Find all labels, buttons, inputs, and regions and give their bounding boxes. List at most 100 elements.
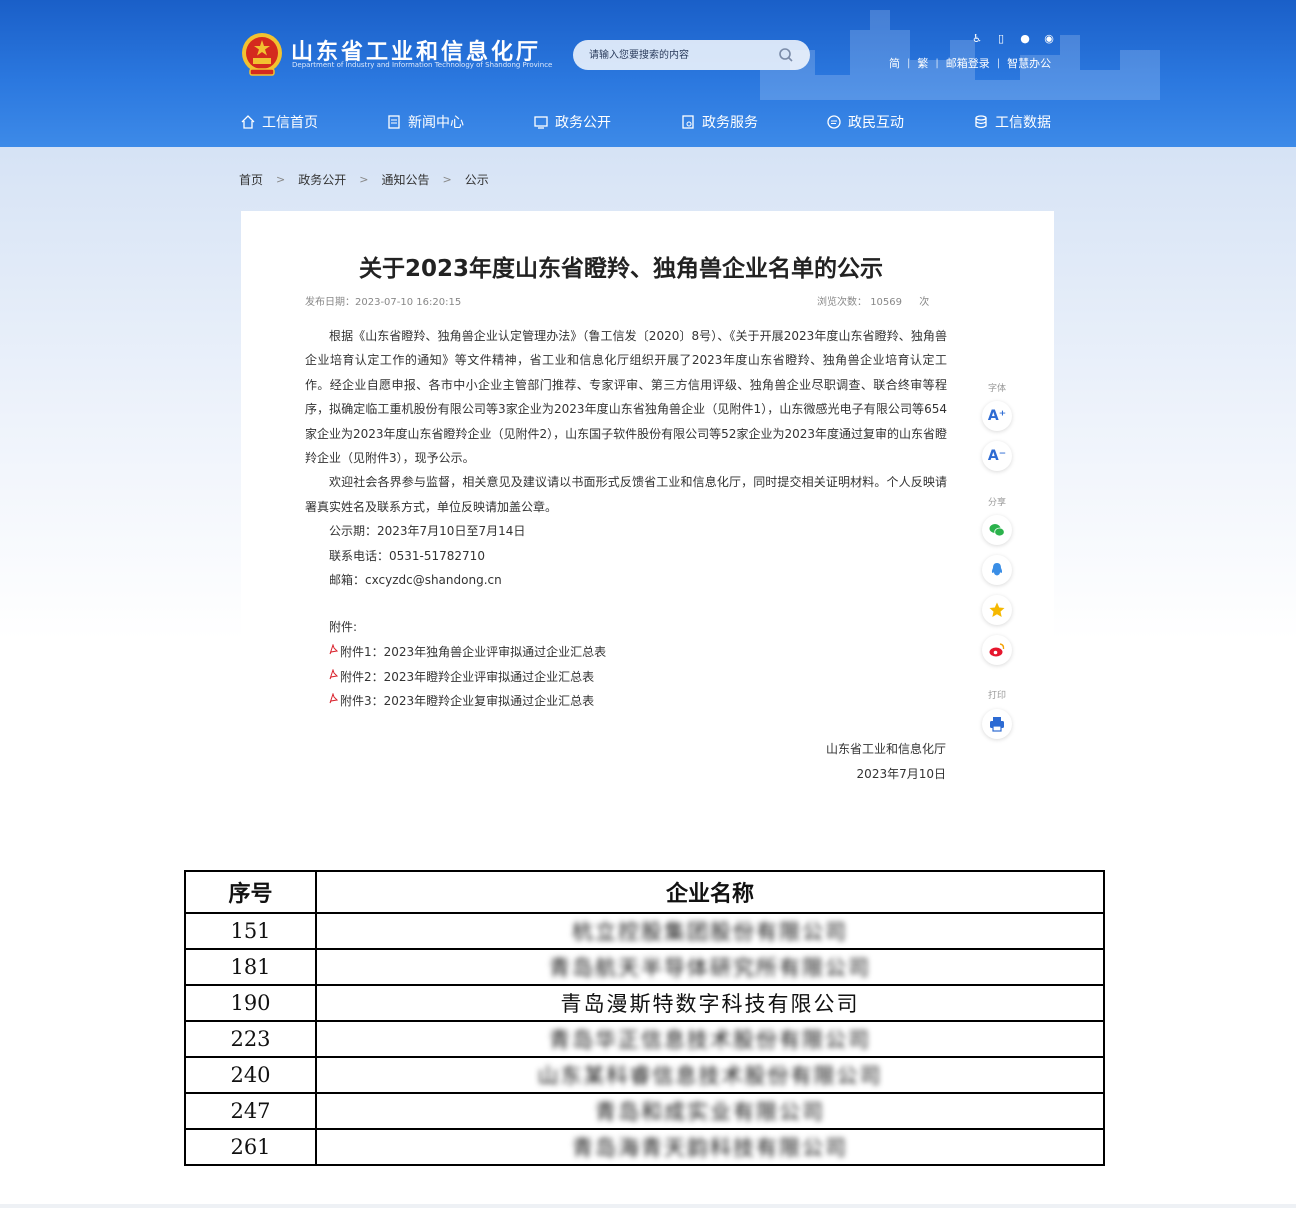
nav-item-government-affairs[interactable]: 政务公开	[533, 112, 611, 132]
publish-date: 发布日期：2023-07-10 16:20:15	[305, 297, 462, 308]
breadcrumb-separator: >	[276, 173, 286, 186]
paragraph: 根据《山东省瞪羚、独角兽企业认定管理办法》（鲁工信发〔2020〕8号）、《关于开…	[305, 329, 947, 466]
table-header-row: 序号 企业名称	[184, 870, 1105, 914]
database-icon	[975, 115, 987, 129]
footer-divider	[0, 1204, 1296, 1208]
clipboard-icon	[682, 115, 694, 129]
serial-number-cell: 151	[184, 912, 317, 950]
notice-period: 公示期：2023年7月10日至7月14日	[329, 524, 526, 539]
company-name-cell: 青岛海青天韵科技有限公司	[315, 1128, 1105, 1166]
share-qq-button[interactable]	[982, 555, 1012, 585]
contact-email: 邮箱：cxcyzdc@shandong.cn	[329, 573, 502, 588]
table-row: 181 青岛航天半导体研究所有限公司	[184, 948, 1105, 986]
column-header: 序号	[184, 870, 317, 914]
nav-label: 政务服务	[702, 115, 758, 131]
attachment-label: 附件2：2023年瞪羚企业评审拟通过企业汇总表	[340, 670, 595, 684]
monitor-icon	[534, 116, 548, 129]
nav-item-home[interactable]: 工信首页	[240, 112, 318, 132]
printer-icon	[990, 717, 1004, 732]
share-weibo-button[interactable]	[982, 635, 1012, 665]
skyline-decoration	[760, 10, 1160, 100]
breadcrumb-notices[interactable]: 通知公告	[381, 171, 429, 188]
nav-label: 新闻中心	[408, 115, 464, 131]
smart-office-link[interactable]: 智慧办公	[1007, 55, 1051, 71]
search-icon[interactable]	[778, 47, 794, 63]
breadcrumb-public-notice[interactable]: 公示	[465, 171, 489, 188]
attachment-link[interactable]: 附件3：2023年瞪羚企业复审拟通过企业汇总表	[329, 692, 594, 709]
nav-label: 工信数据	[995, 115, 1051, 131]
column-header: 企业名称	[315, 870, 1105, 914]
simplified-link[interactable]: 简	[889, 55, 900, 71]
share-wechat-button[interactable]	[982, 515, 1012, 545]
views-count: 10569	[870, 297, 902, 308]
mobile-icon[interactable]: ▯	[994, 32, 1008, 45]
search-box	[573, 40, 810, 70]
pdf-icon	[329, 644, 338, 655]
document-icon	[388, 115, 400, 129]
table-row: 261 青岛海青天韵科技有限公司	[184, 1128, 1105, 1166]
table-row: 240 山东某科睿信息技术股份有限公司	[184, 1056, 1105, 1094]
font-increase-button[interactable]: A⁺	[982, 401, 1012, 431]
traditional-link[interactable]: 繁	[917, 55, 928, 71]
nav-item-news[interactable]: 新闻中心	[386, 112, 464, 132]
accessibility-icons: ♿ ▯ ● ◉	[970, 32, 1056, 45]
article-body: 根据《山东省瞪羚、独角兽企业认定管理办法》（鲁工信发〔2020〕8号）、《关于开…	[305, 324, 947, 592]
nav-item-interaction[interactable]: 政民互动	[826, 112, 904, 132]
view-count: 浏览次数： 10569 次	[817, 293, 929, 308]
breadcrumb: 首页 > 政务公开 > 通知公告 > 公示	[239, 171, 489, 188]
main-nav: 工信首页 新闻中心 政务公开 政务服务 政民互动 工信数据	[240, 112, 1055, 134]
weibo-icon	[989, 643, 1005, 657]
breadcrumb-home[interactable]: 首页	[239, 171, 263, 188]
breadcrumb-government-affairs[interactable]: 政务公开	[298, 171, 346, 188]
wechat-icon	[989, 524, 1005, 537]
weibo-icon[interactable]: ◉	[1042, 32, 1056, 45]
attachment-link[interactable]: 附件2：2023年瞪羚企业评审拟通过企业汇总表	[329, 668, 594, 685]
company-name-cell: 青岛和成实业有限公司	[315, 1092, 1105, 1130]
star-icon	[989, 602, 1005, 617]
article-title: 关于2023年度山东省瞪羚、独角兽企业名单的公示	[358, 256, 883, 282]
share-favorite-button[interactable]	[982, 595, 1012, 625]
article-card: 关于2023年度山东省瞪羚、独角兽企业名单的公示 发布日期：2023-07-10…	[241, 211, 1054, 811]
nav-label: 政务公开	[555, 115, 611, 131]
font-size-label: 字体	[987, 384, 1006, 394]
nav-label: 工信首页	[262, 115, 318, 131]
divider: |	[907, 57, 911, 69]
search-input[interactable]	[589, 47, 779, 63]
home-icon	[241, 115, 255, 129]
top-links: 简 | 繁 | 邮箱登录 | 智慧办公	[889, 55, 1051, 71]
signature-date: 2023年7月10日	[856, 767, 946, 781]
email-login-link[interactable]: 邮箱登录	[946, 55, 990, 71]
national-emblem-icon	[242, 33, 282, 76]
table-row: 247 青岛和成实业有限公司	[184, 1092, 1105, 1130]
nav-item-data[interactable]: 工信数据	[973, 112, 1051, 132]
site-header: 山东省工业和信息化厅 Department of Industry and In…	[0, 0, 1296, 147]
breadcrumb-separator: >	[442, 173, 452, 186]
serial-number-cell: 240	[184, 1056, 317, 1094]
chat-icon	[827, 115, 841, 129]
font-decrease-button[interactable]: A⁻	[982, 441, 1012, 471]
nav-label: 政民互动	[848, 115, 904, 131]
nav-item-services[interactable]: 政务服务	[680, 112, 758, 132]
breadcrumb-separator: >	[359, 173, 369, 186]
divider: |	[996, 57, 1001, 69]
wechat-icon[interactable]: ●	[1018, 32, 1032, 45]
qq-icon	[991, 563, 1003, 576]
table-row: 151 杭立控股集团股份有限公司	[184, 912, 1105, 950]
company-name-cell: 山东某科睿信息技术股份有限公司	[315, 1056, 1105, 1094]
share-label: 分享	[987, 498, 1006, 508]
signature-organization: 山东省工业和信息化厅	[825, 742, 946, 756]
table-row: 190 青岛漫斯特数字科技有限公司	[184, 984, 1105, 1022]
company-table: 序号 企业名称 151 杭立控股集团股份有限公司 181 青岛航天半导体研究所有…	[184, 870, 1105, 1166]
print-label: 打印	[987, 691, 1006, 701]
pdf-icon	[329, 669, 338, 680]
attachment-link[interactable]: 附件1：2023年独角兽企业评审拟通过企业汇总表	[329, 643, 606, 660]
site-subtitle: Department of Industry and Information T…	[292, 61, 553, 69]
attachment-label: 附件1：2023年独角兽企业评审拟通过企业汇总表	[340, 645, 607, 659]
contact-phone: 联系电话：0531-51782710	[329, 548, 485, 563]
table-row: 223 青岛华正信息技术股份有限公司	[184, 1020, 1105, 1058]
company-name-cell: 青岛华正信息技术股份有限公司	[315, 1020, 1105, 1058]
accessibility-icon[interactable]: ♿	[970, 32, 984, 45]
print-button[interactable]	[982, 709, 1012, 739]
company-name-cell: 杭立控股集团股份有限公司	[315, 912, 1105, 950]
serial-number-cell: 247	[184, 1092, 317, 1130]
